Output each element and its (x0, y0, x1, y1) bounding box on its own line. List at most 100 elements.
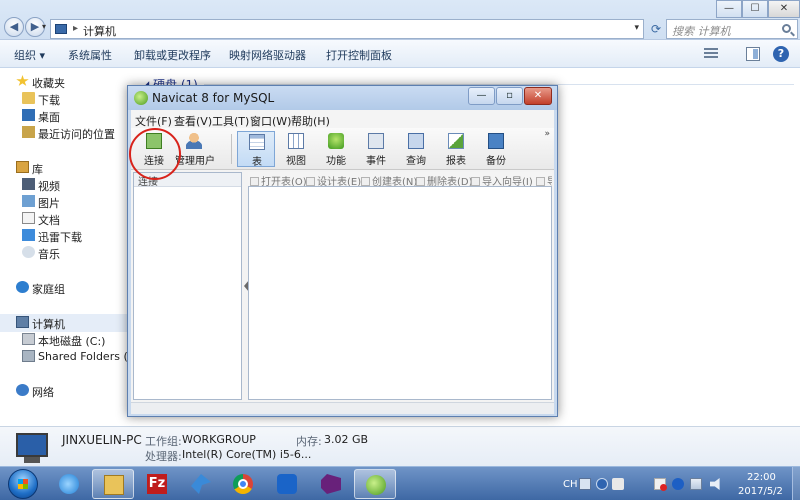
taskbar-teamviewer[interactable] (266, 469, 308, 499)
visual-studio-icon (321, 474, 341, 494)
navicat-statusbar (131, 402, 554, 414)
bluetooth-icon[interactable] (672, 478, 684, 490)
start-button[interactable] (8, 469, 38, 499)
user-icon (186, 133, 202, 149)
network-icon (16, 384, 29, 396)
view-options-icon[interactable] (702, 45, 720, 61)
menu-view[interactable]: 查看(V) (174, 113, 212, 129)
show-desktop-button[interactable] (792, 467, 800, 500)
nav-label: 计算机 (32, 318, 65, 331)
backup-icon (488, 133, 504, 149)
workgroup-value: WORKGROUP (182, 433, 256, 446)
taskbar-visual-studio[interactable] (310, 469, 352, 499)
menu-help[interactable]: 帮助(H) (291, 113, 330, 129)
command-bar: 组织 ▾ 系统属性 卸载或更改程序 映射网络驱动器 打开控制面板 ? (0, 40, 800, 68)
videos-icon (22, 178, 35, 190)
workgroup-label: 工作组: (145, 435, 182, 448)
taskbar-ie[interactable] (48, 469, 90, 499)
recent-pages-dropdown[interactable]: ▾ (42, 22, 46, 31)
search-placeholder: 搜索 计算机 (672, 25, 731, 38)
tables-button[interactable]: 表 (237, 131, 275, 168)
toolbar-label: 备份 (486, 156, 506, 167)
help-icon[interactable] (596, 478, 608, 490)
toolbar-label: 报表 (446, 156, 466, 167)
taskbar: Fz CH 22:00 2017/5/2 (0, 466, 800, 500)
backup-button[interactable]: 备份 (477, 131, 515, 167)
clock-date[interactable]: 2017/5/2 (738, 486, 783, 497)
organize-menu[interactable]: 组织 ▾ (14, 47, 45, 63)
toolbar-label: 功能 (326, 156, 346, 167)
internet-explorer-icon (59, 474, 79, 494)
create-table-button[interactable]: 创建表(N) (361, 173, 417, 186)
recent-places-icon (22, 126, 35, 138)
address-row: ◀ ▶ ▾ ▸ 计算机 ▾ ⟳ 搜索 计算机 — ☐ ✕ (0, 0, 800, 40)
explorer-minimize-button[interactable]: — (716, 0, 742, 18)
nav-label: 最近访问的位置 (38, 128, 115, 141)
system-properties-button[interactable]: 系统属性 (68, 47, 112, 63)
menu-file[interactable]: 文件(F) (135, 113, 172, 129)
network-icon[interactable] (690, 478, 702, 490)
object-list[interactable] (248, 186, 552, 400)
toolbar-label: 视图 (286, 156, 306, 167)
address-bar[interactable]: ▸ 计算机 ▾ (50, 19, 644, 39)
open-table-button[interactable]: 打开表(O) (250, 173, 307, 186)
taskbar-feige[interactable] (180, 469, 222, 499)
table-icon (249, 134, 265, 150)
import-wizard-button[interactable]: 导入向导(I) (471, 173, 533, 186)
music-icon (22, 246, 35, 258)
uninstall-program-button[interactable]: 卸载或更改程序 (134, 47, 211, 63)
events-button[interactable]: 事件 (357, 131, 395, 167)
pen-icon[interactable] (612, 478, 624, 490)
cpu-value: Intel(R) Core(TM) i5-6... (182, 448, 312, 461)
address-dropdown-icon[interactable]: ▾ (634, 23, 639, 33)
export-button[interactable]: 导 (536, 173, 552, 186)
object-toolbar: 打开表(O) 设计表(E) 创建表(N) 删除表(D) 导入向导(I) 导 (248, 172, 552, 186)
menu-tools[interactable]: 工具(T) (212, 113, 249, 129)
connections-tree[interactable]: 连接 (133, 172, 242, 400)
design-table-button[interactable]: 设计表(E) (306, 173, 361, 186)
language-indicator[interactable]: CH (563, 479, 578, 490)
address-text[interactable]: 计算机 (83, 23, 116, 39)
chrome-icon (233, 474, 253, 494)
preview-pane-icon[interactable] (746, 47, 760, 61)
navicat-icon (366, 475, 386, 495)
explorer-maximize-button[interactable]: ☐ (742, 0, 768, 18)
computer-icon (16, 316, 29, 328)
navicat-close-button[interactable]: ✕ (524, 87, 552, 105)
search-input[interactable]: 搜索 计算机 (666, 19, 798, 39)
functions-button[interactable]: 功能 (317, 131, 355, 167)
cpu-label: 处理器: (145, 450, 182, 463)
file-explorer-icon (104, 475, 124, 495)
explorer-close-button[interactable]: ✕ (768, 0, 800, 18)
volume-icon[interactable] (710, 478, 720, 490)
navicat-toolbar: 连接 管理用户 表 视图 功能 事件 查询 报表 备份 » (131, 128, 554, 170)
map-network-drive-button[interactable]: 映射网络驱动器 (229, 47, 306, 63)
toolbar-overflow-button[interactable]: » (544, 129, 550, 139)
help-icon[interactable]: ? (773, 46, 789, 62)
keyboard-icon[interactable] (579, 478, 591, 490)
reports-button[interactable]: 报表 (437, 131, 475, 167)
navicat-maximize-button[interactable]: ▫ (496, 87, 523, 105)
nav-label: 家庭组 (32, 283, 65, 296)
back-button[interactable]: ◀ (4, 17, 24, 37)
navicat-minimize-button[interactable]: — (468, 87, 495, 105)
search-icon[interactable] (782, 24, 791, 33)
breadcrumb-separator[interactable]: ▸ (73, 23, 78, 34)
taskbar-navicat[interactable] (354, 469, 396, 499)
action-center-icon[interactable] (654, 478, 667, 491)
navicat-logo-icon (134, 91, 148, 105)
clock-time[interactable]: 22:00 (747, 472, 776, 483)
delete-table-button[interactable]: 删除表(D) (416, 173, 473, 186)
refresh-button[interactable]: ⟳ (648, 19, 664, 39)
toolbar-label: 表 (252, 157, 262, 168)
navigation-pane: 收藏夹 下载 桌面 最近访问的位置 库 视频 图片 文档 迅雷下载 音乐 家庭组… (0, 68, 142, 426)
menu-window[interactable]: 窗口(W) (250, 113, 291, 129)
pictures-icon (22, 195, 35, 207)
queries-button[interactable]: 查询 (397, 131, 435, 167)
views-button[interactable]: 视图 (277, 131, 315, 167)
taskbar-chrome[interactable] (222, 469, 264, 499)
taskbar-explorer[interactable] (92, 469, 134, 499)
open-control-panel-button[interactable]: 打开控制面板 (326, 47, 392, 63)
navicat-titlebar[interactable]: Navicat 8 for MySQL — ▫ ✕ (128, 86, 557, 110)
taskbar-filezilla[interactable]: Fz (136, 469, 178, 499)
